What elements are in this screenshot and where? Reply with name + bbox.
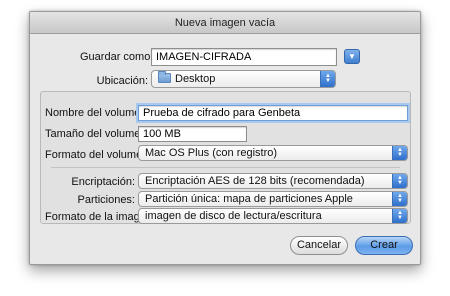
partitions-popup[interactable]: Partición única: mapa de particiones App… [138,191,408,207]
save-as-label: Guardar como: [80,51,154,63]
encryption-popup[interactable]: Encriptación AES de 128 bits (recomendad… [138,173,408,189]
location-label: Ubicación: [96,75,148,87]
cancel-button[interactable]: Cancelar [290,236,348,255]
popup-arrows-icon: ▲ ▼ [320,71,335,87]
chevron-down-icon: ▼ [348,52,356,61]
popup-arrows-icon: ▲ ▼ [392,192,407,206]
partitions-label: Particiones: [77,194,135,206]
volume-name-field[interactable]: Prueba de cifrado para Genbeta [138,105,408,121]
popup-arrows-icon: ▲ ▼ [392,146,407,160]
volume-size-label: Tamaño del volumen: [45,128,150,140]
volume-name-label: Nombre del volumen: [45,107,150,119]
location-popup[interactable]: Desktop ▲ ▼ [151,70,336,88]
image-format-value: imagen de disco de lectura/escritura [145,210,322,222]
location-value: Desktop [175,73,216,85]
window-title: Nueva imagen vacía [30,12,420,34]
popup-arrows-icon: ▲ ▼ [392,209,407,223]
volume-format-label: Formato del volumen: [45,149,152,161]
disclosure-button[interactable]: ▼ [344,49,360,64]
encryption-label: Encriptación: [71,176,135,188]
save-as-field[interactable]: IMAGEN-CIFRADA [151,48,337,66]
image-format-popup[interactable]: imagen de disco de lectura/escritura ▲ ▼ [138,208,408,224]
encryption-value: Encriptación AES de 128 bits (recomendad… [145,175,365,187]
image-format-label: Formato de la imagen: [45,211,156,223]
settings-group: Nombre del volumen: Prueba de cifrado pa… [40,91,411,224]
volume-format-value: Mac OS Plus (con registro) [145,147,278,159]
separator [51,167,400,168]
volume-format-popup[interactable]: Mac OS Plus (con registro) ▲ ▼ [138,145,408,161]
popup-arrows-icon: ▲ ▼ [392,174,407,188]
volume-size-field[interactable]: 100 MB [138,126,247,142]
create-button[interactable]: Crear [355,236,413,255]
folder-icon [158,71,171,83]
partitions-value: Partición única: mapa de particiones App… [145,193,353,205]
dialog-window: Nueva imagen vacía Guardar como: IMAGEN-… [29,11,421,265]
